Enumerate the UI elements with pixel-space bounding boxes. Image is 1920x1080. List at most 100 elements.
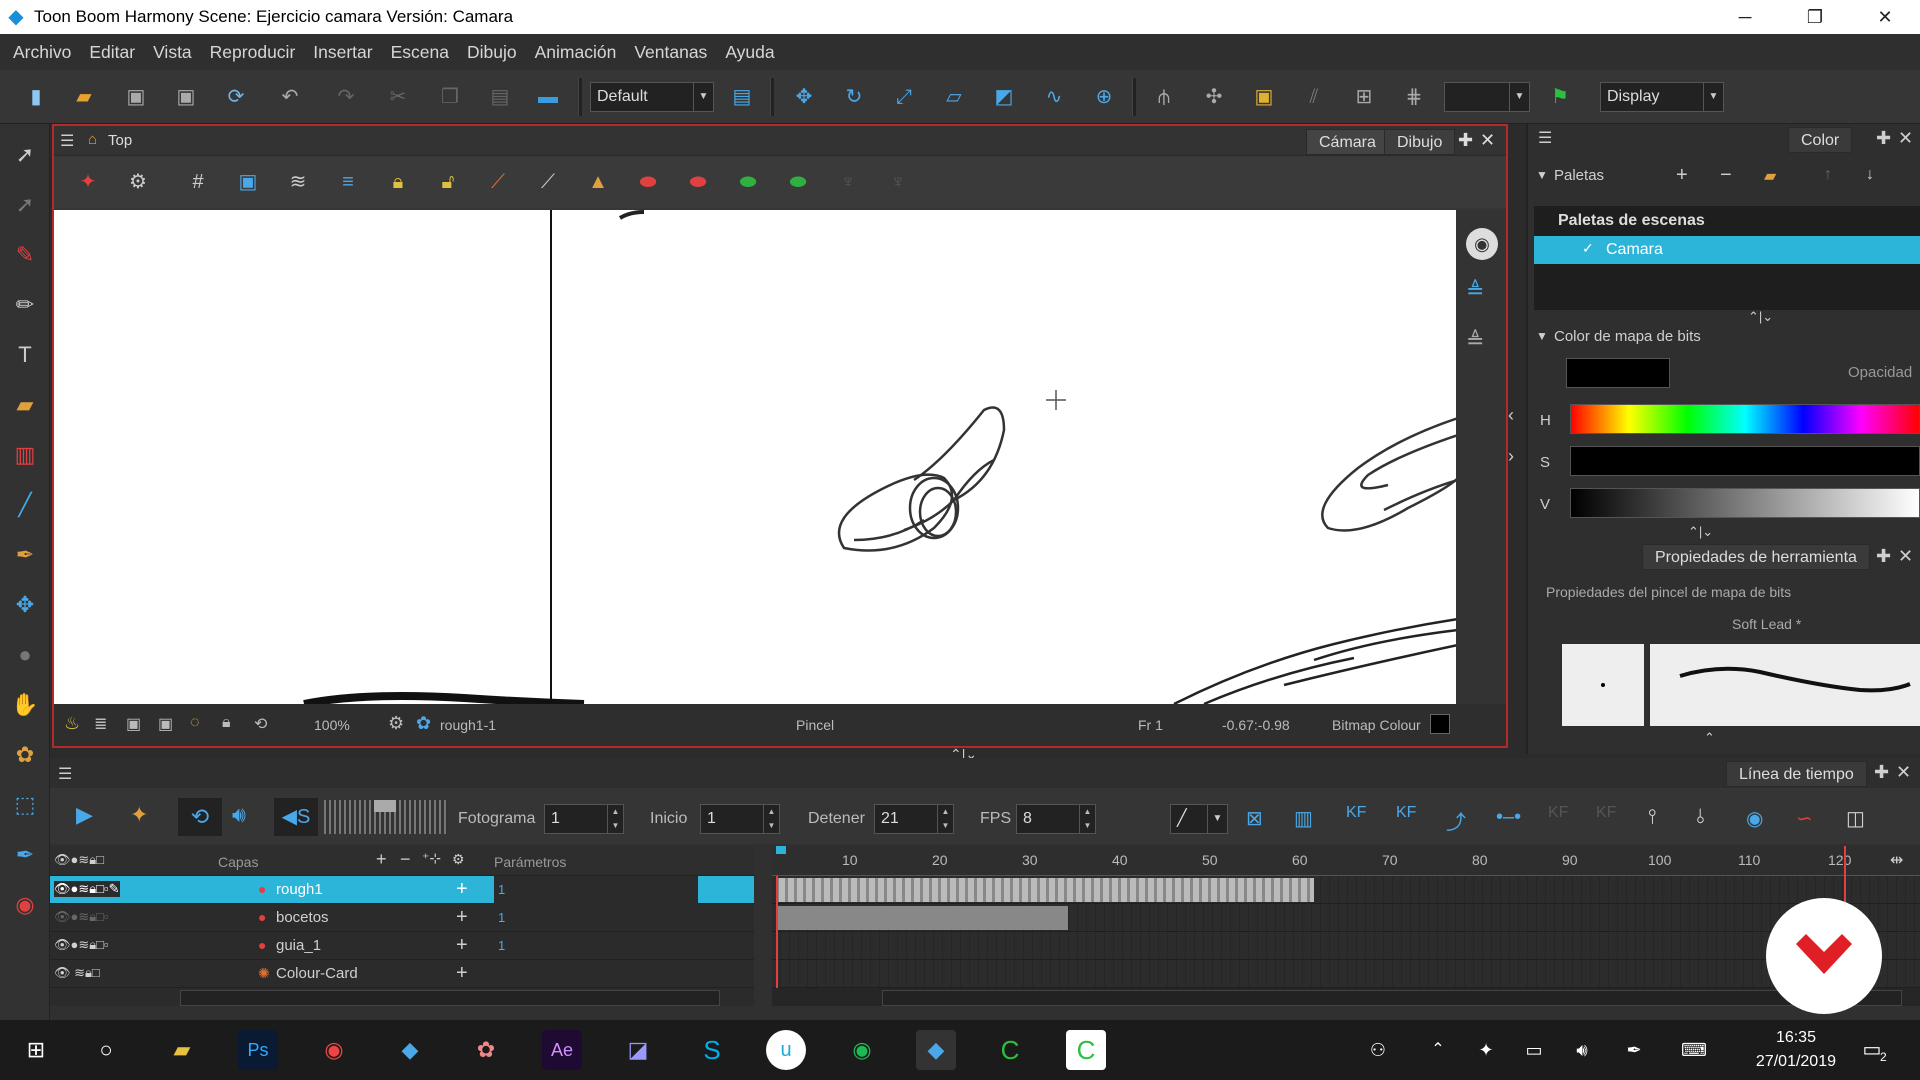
close-view-icon[interactable]: ✕ (1898, 128, 1913, 149)
after-effects-icon[interactable]: Ae (542, 1030, 582, 1070)
gear-icon[interactable]: ⚙ (388, 713, 404, 734)
workspace-manager-icon[interactable]: ▤ (728, 83, 756, 111)
stamp-tool-icon[interactable]: ◉ (8, 888, 42, 922)
align-icon[interactable]: ⊞ (1350, 83, 1378, 111)
frames-scrollbar[interactable] (882, 990, 1902, 1006)
panel-menu-icon[interactable]: ☰ (58, 764, 72, 784)
pen-icon[interactable]: ✒ (1614, 1030, 1654, 1070)
onion-skin-icon[interactable]: ◉ (1746, 806, 1763, 831)
layer-row-colour-card[interactable]: 👁︎ ≋🔒︎□ ✺ Colour-Card + (50, 960, 754, 988)
add-palette-icon[interactable]: + (1676, 164, 1688, 187)
harmony-active-icon[interactable]: ◆ (916, 1030, 956, 1070)
volume-icon[interactable]: 🔊︎ (1562, 1030, 1602, 1070)
cortana-icon[interactable]: ○ (86, 1030, 126, 1070)
redo-icon[interactable]: ↷ (332, 83, 360, 111)
premiere-icon[interactable]: ◪ (618, 1030, 658, 1070)
unlock-icon[interactable]: 🔓︎ (432, 166, 464, 198)
menu-animacion[interactable]: Animación (526, 42, 626, 63)
onion-icon[interactable]: ◌ (190, 714, 200, 732)
sound-scrub-icon[interactable]: ◀S (274, 798, 318, 836)
add-view-icon[interactable]: ✚ (1874, 762, 1889, 783)
display-dropdown[interactable]: Display ▼ (1600, 82, 1724, 112)
eye-icon[interactable]: ◉ (1466, 228, 1498, 260)
tab-tool-properties[interactable]: Propiedades de herramienta (1642, 544, 1870, 570)
layer-row-rough1[interactable]: 👁︎●≋🔒︎□▫✎ ● rough1 + 1 (50, 876, 754, 904)
lock-icon[interactable]: 🔒︎ (382, 166, 414, 198)
preview-icon[interactable]: ▣ (158, 714, 173, 734)
line-art-layer-icon[interactable]: ≜ (1466, 278, 1484, 304)
insert-frame-icon[interactable]: ⫯ (1648, 806, 1657, 829)
add-peg-icon[interactable]: ⁺⊹ (422, 850, 441, 867)
view-selector-dropdown[interactable]: ▼ (1444, 82, 1530, 112)
line-layer-icon[interactable]: ⬬ (782, 166, 814, 198)
layers-icon[interactable]: ≣ (94, 714, 107, 734)
copy-icon[interactable]: ❐ (436, 83, 464, 111)
folder-icon[interactable]: ▰ (1764, 166, 1776, 186)
remove-layer-icon[interactable]: ⬬ (682, 166, 714, 198)
close-button[interactable]: ✕ (1850, 0, 1920, 34)
grid-icon[interactable]: # (182, 166, 214, 198)
rigging-tool-icon[interactable]: ✿ (8, 738, 42, 772)
hand-tool-icon[interactable]: ✋ (8, 688, 42, 722)
remove-frame-icon[interactable]: ⫰ (1696, 806, 1705, 829)
layer-row-guia-1[interactable]: 👁︎●≋🔒︎□▫ ● guia_1 + 1 (50, 932, 754, 960)
value-slider[interactable] (1570, 488, 1920, 518)
frame-row-bocetos[interactable] (772, 904, 1920, 932)
shift-trace-icon[interactable]: ▲ (582, 166, 614, 198)
brush-tool-icon[interactable]: ✎ (8, 238, 42, 272)
layer-toggles-icon[interactable]: 👁︎ ≋🔒︎□ (54, 965, 100, 981)
rigging-icon[interactable]: ⫛ (1150, 83, 1178, 111)
split-view-icon[interactable]: ◫ (1846, 806, 1865, 831)
collapse-icon[interactable]: ▼ (1536, 329, 1548, 343)
render-icon[interactable]: ▬ (534, 83, 562, 111)
uTorrent-icon[interactable]: u (766, 1030, 806, 1070)
brush-stroke-preview[interactable] (1650, 644, 1920, 726)
undo-icon[interactable]: ↶ (276, 83, 304, 111)
splitter-arrows-icon[interactable]: ⌃|⌄ (1748, 309, 1773, 325)
new-scene-icon[interactable]: ▮ (22, 83, 50, 111)
panel-menu-icon[interactable]: ☰ (1538, 128, 1552, 148)
ruler-icon[interactable]: ⟋ (482, 166, 514, 198)
frame-row-guia-1[interactable] (772, 932, 1920, 960)
spotify-icon[interactable]: ◉ (842, 1030, 882, 1070)
minimize-button[interactable]: ─ (1710, 0, 1780, 34)
exposed-frames[interactable] (776, 878, 1314, 902)
people-icon[interactable]: ⚇ (1358, 1030, 1398, 1070)
pencil-tool-icon[interactable]: ✏ (8, 288, 42, 322)
splitter-arrows-icon[interactable]: ⌃ (1704, 730, 1715, 746)
current-color-swatch[interactable] (1566, 358, 1670, 388)
panel-menu-icon[interactable]: ☰ (60, 131, 74, 151)
fps-input[interactable]: 8 ▲ ▼ (1016, 804, 1096, 834)
close-view-icon[interactable]: ✕ (1896, 762, 1911, 783)
paint-tool-icon[interactable]: ▥ (8, 438, 42, 472)
saturation-slider[interactable] (1570, 446, 1920, 476)
system-clock[interactable]: 16:35 27/01/2019 (1756, 1026, 1836, 1074)
play-icon[interactable]: ▶ (76, 802, 93, 828)
transform-icon[interactable]: ◩ (990, 83, 1018, 111)
expand-timeline-icon[interactable]: ⇹ (1890, 850, 1903, 870)
layer-add-icon[interactable]: + (456, 934, 468, 957)
eraser-tool-icon[interactable]: ▰ (8, 388, 42, 422)
translate-icon[interactable]: ✥ (790, 83, 818, 111)
layers-scrollbar[interactable] (180, 990, 720, 1006)
close-view-icon[interactable]: ✕ (1898, 546, 1913, 567)
add-view-icon[interactable]: ✚ (1876, 128, 1891, 149)
interpolation-dropdown[interactable]: ╱ ▼ (1170, 804, 1228, 834)
symbol-icon[interactable]: ♆ (832, 166, 864, 198)
menu-ayuda[interactable]: Ayuda (716, 42, 783, 63)
add-effect-icon[interactable]: ⚙ (452, 851, 465, 868)
add-keyframe-icon[interactable]: ⊠ (1246, 806, 1263, 831)
photoshop-icon[interactable]: Ps (238, 1030, 278, 1070)
prev-kf-icon[interactable]: KF (1548, 804, 1568, 822)
select-tool-icon[interactable]: ➚ (8, 138, 42, 172)
remove-palette-icon[interactable]: − (1720, 164, 1732, 187)
tab-camara[interactable]: Cámara (1306, 129, 1389, 155)
layer-row-bocetos[interactable]: 👁︎●≋🔒︎□▫ ● bocetos + 1 (50, 904, 754, 932)
safe-area-icon[interactable]: ▣ (232, 166, 264, 198)
dropbox-icon[interactable]: ✦ (1466, 1030, 1506, 1070)
animate-mode-icon[interactable]: ✦ (72, 166, 104, 198)
dropper-tool-icon[interactable]: ✒ (8, 538, 42, 572)
move-up-icon[interactable]: ↑ (1824, 166, 1832, 184)
flag-icon[interactable]: ⚑ (1546, 83, 1574, 111)
layer-toggles-icon[interactable]: 👁︎●≋🔒︎□▫ (54, 937, 109, 953)
